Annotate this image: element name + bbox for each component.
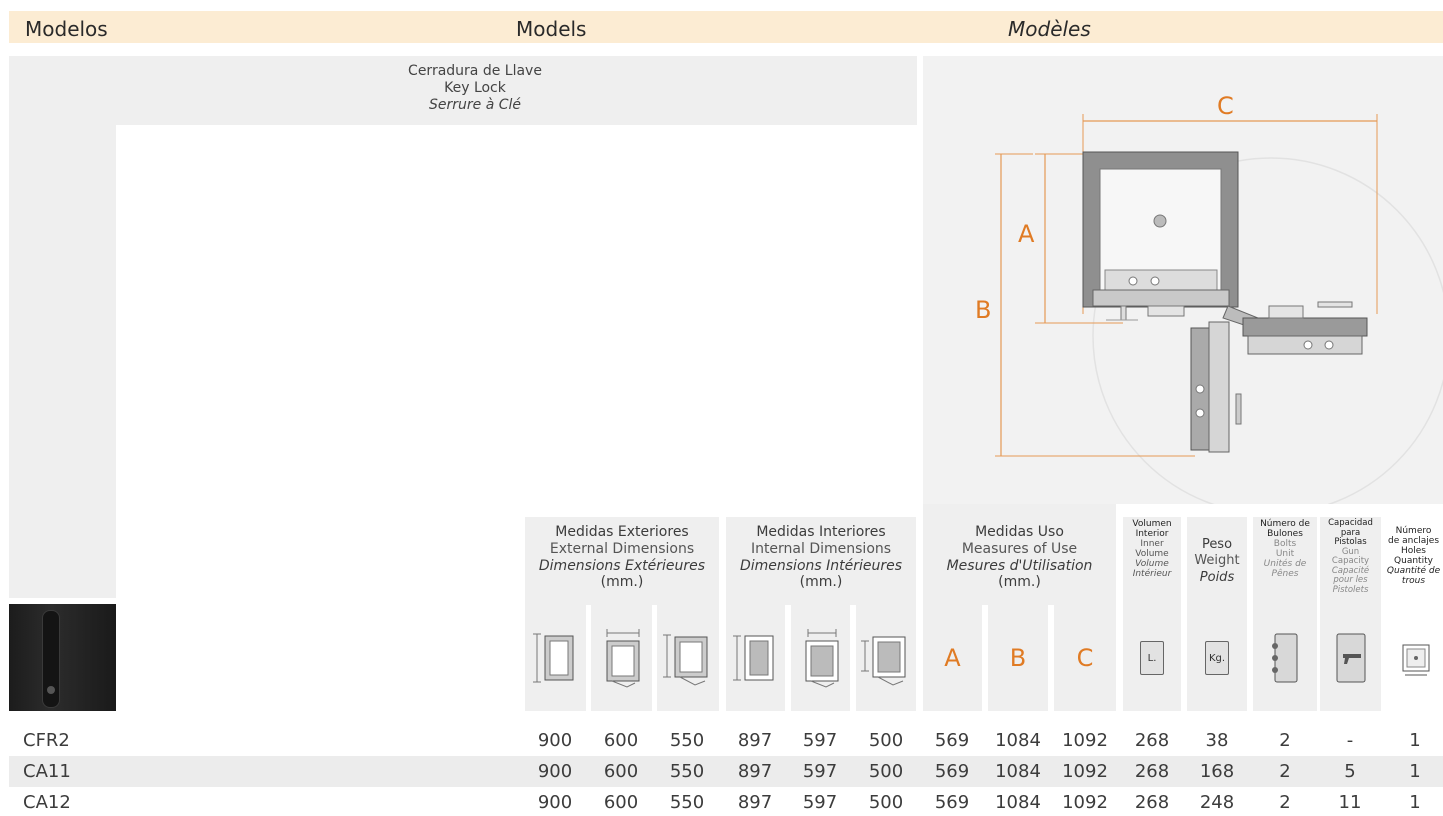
cell-internal-depth: 500 [868, 792, 904, 813]
cell-use-b: 1084 [995, 730, 1041, 751]
diagram-label-a: A [1018, 220, 1035, 248]
header-en: Models [516, 17, 587, 41]
cell-use-b: 1084 [995, 761, 1041, 782]
cell-internal-depth: 500 [868, 761, 904, 782]
weight-icon-label: Kg. [1205, 641, 1229, 675]
lock-type-es: Cerradura de Llave [408, 63, 542, 79]
col-holes-title: Número de anclajes Holes Quantity Quanti… [1386, 526, 1441, 587]
cell-external-height: 900 [537, 730, 573, 751]
cell-holes: 1 [1409, 792, 1421, 813]
cell-weight: 168 [1199, 761, 1235, 782]
cell-bolts: 2 [1279, 761, 1291, 782]
cell-internal-height: 897 [737, 730, 773, 751]
diagram-label-c: C [1217, 92, 1234, 120]
col-weight-title: Peso Weight Poids [1194, 537, 1240, 585]
internal-height-icon [726, 605, 785, 711]
lock-type-fr: Serrure à Clé [428, 96, 521, 113]
cell-volume: 268 [1134, 761, 1170, 782]
model-name: CA12 [23, 792, 71, 813]
cell-use-a: 569 [934, 730, 970, 751]
volume-icon: L. [1123, 605, 1181, 711]
cell-internal-width: 597 [802, 792, 838, 813]
cell-guns: 11 [1338, 792, 1362, 813]
cell-external-depth: 550 [669, 792, 705, 813]
header-fr: Modèles [1008, 17, 1091, 41]
cell-internal-height: 897 [737, 761, 773, 782]
safe-diagram [995, 114, 1443, 515]
cell-use-c: 1092 [1062, 761, 1108, 782]
table-row-1: CA11 900 600 550 897 597 500 569 1084 10… [9, 756, 1443, 787]
col-external-title: Medidas Exteriores External Dimensions D… [538, 524, 706, 591]
lock-type-en: Key Lock [444, 79, 506, 96]
external-height-icon [525, 605, 586, 711]
cell-external-depth: 550 [669, 761, 705, 782]
cell-volume: 268 [1134, 730, 1170, 751]
external-depth-icon [657, 605, 719, 711]
cell-external-depth: 550 [669, 730, 705, 751]
cell-internal-height: 897 [737, 792, 773, 813]
cell-external-height: 900 [537, 761, 573, 782]
gun-icon [1320, 605, 1381, 711]
cell-external-width: 600 [603, 730, 639, 751]
cell-guns: 5 [1344, 761, 1356, 782]
cell-holes: 1 [1409, 730, 1421, 751]
model-photo [9, 604, 116, 711]
model-name: CA11 [23, 761, 71, 782]
internal-width-icon [791, 605, 850, 711]
diagram-label-b: B [975, 296, 992, 324]
header-es: Modelos [25, 17, 108, 41]
col-bolts-title: Número de Bulones Bolts Unit Unités de P… [1260, 519, 1310, 580]
cell-weight: 248 [1199, 792, 1235, 813]
table-row-2: CA12 900 600 550 897 597 500 569 1084 10… [9, 787, 1443, 816]
cell-external-height: 900 [537, 792, 573, 813]
col-use-title: Medidas Uso Measures of Use Mesures d'Ut… [946, 524, 1093, 591]
volume-icon-label: L. [1140, 641, 1164, 675]
use-col-c: C [1054, 605, 1116, 711]
cell-guns: - [1346, 730, 1354, 751]
cell-use-a: 569 [934, 792, 970, 813]
safe-diagram-panel: C A B [923, 56, 1443, 515]
models-header-band: Modelos Models Modèles [9, 11, 1443, 43]
cell-internal-depth: 500 [868, 730, 904, 751]
table-row-0: CFR2 900 600 550 897 597 500 569 1084 10… [9, 725, 1443, 756]
cell-use-c: 1092 [1062, 792, 1108, 813]
use-col-a: A [923, 605, 982, 711]
cell-use-b: 1084 [995, 792, 1041, 813]
cell-internal-width: 597 [802, 730, 838, 751]
col-volume-title: Volumen Interior Inner Volume Volume Int… [1132, 519, 1172, 580]
use-col-b: B [988, 605, 1048, 711]
anchor-holes-icon [1387, 605, 1443, 711]
left-gray-strip [9, 125, 116, 598]
internal-depth-icon [856, 605, 916, 711]
cell-external-width: 600 [603, 761, 639, 782]
model-name: CFR2 [23, 730, 70, 751]
cell-internal-width: 597 [802, 761, 838, 782]
lock-type-title: Cerradura de Llave Key Lock Serrure à Cl… [330, 63, 620, 113]
cell-external-width: 600 [603, 792, 639, 813]
bolts-icon [1253, 605, 1317, 711]
cell-use-c: 1092 [1062, 730, 1108, 751]
col-internal-title: Medidas Interiores Internal Dimensions D… [739, 524, 903, 591]
cell-weight: 38 [1205, 730, 1229, 751]
cell-volume: 268 [1134, 792, 1170, 813]
col-guns-title: Capacidad para Pistolas Gun Capacity Cap… [1328, 518, 1373, 595]
weight-icon: Kg. [1187, 605, 1247, 711]
cell-bolts: 2 [1279, 792, 1291, 813]
cell-bolts: 2 [1279, 730, 1291, 751]
cell-holes: 1 [1409, 761, 1421, 782]
cell-use-a: 569 [934, 761, 970, 782]
external-width-icon [591, 605, 652, 711]
